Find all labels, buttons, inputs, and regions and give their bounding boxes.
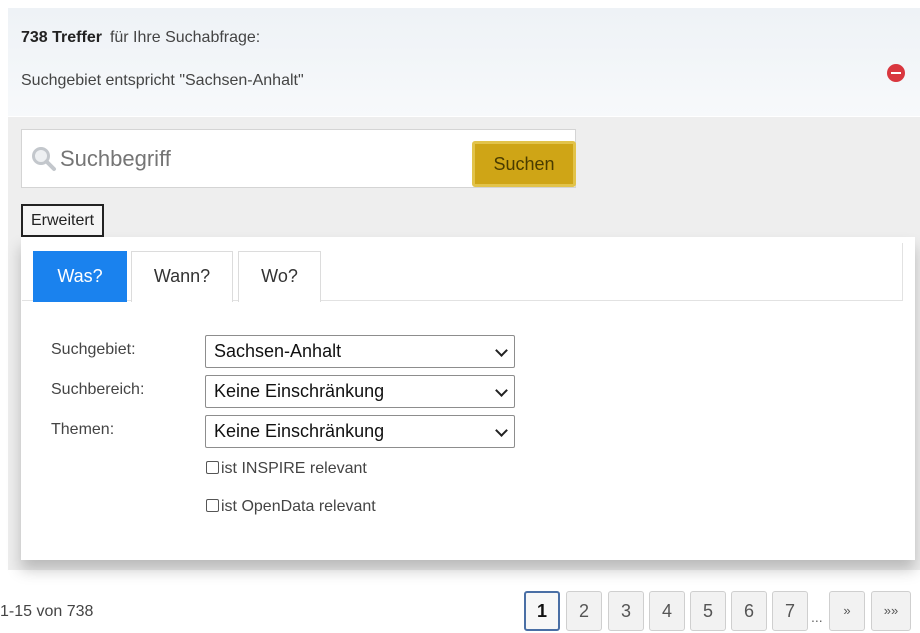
- topics-value: Keine Einschränkung: [214, 421, 385, 441]
- tab-wann[interactable]: Wann?: [131, 251, 233, 302]
- page-6-button[interactable]: 6: [731, 591, 767, 631]
- search-area-value: Sachsen-Anhalt: [214, 341, 342, 361]
- search-scope-value: Keine Einschränkung: [214, 381, 385, 401]
- search-area-select[interactable]: Sachsen-Anhalt: [205, 335, 515, 368]
- chevron-down-icon: [495, 384, 508, 397]
- tab-wo[interactable]: Wo?: [238, 251, 321, 302]
- search-panel: Suchen Erweitert Was? Wann? Wo? Suchgebi…: [8, 117, 920, 570]
- inspire-checkbox-label: ist INSPIRE relevant: [221, 460, 367, 477]
- search-scope-select[interactable]: Keine Einschränkung: [205, 375, 515, 408]
- page-1-button[interactable]: 1: [524, 591, 560, 631]
- topics-label: Themen:: [51, 421, 115, 438]
- pagination-ellipsis: ...: [811, 609, 823, 625]
- hits-line: 738 Treffer für Ihre Suchabfrage:: [21, 29, 260, 47]
- page-4-button[interactable]: 4: [649, 591, 685, 631]
- advanced-search-panel: Was? Wann? Wo? Suchgebiet: Sachsen-Anhal…: [21, 237, 915, 560]
- next-page-button[interactable]: »: [829, 591, 865, 631]
- page-7-button[interactable]: 7: [772, 591, 808, 631]
- hits-suffix: für Ihre Suchabfrage:: [109, 29, 261, 46]
- chevron-down-icon: [495, 344, 508, 357]
- search-icon: [32, 147, 56, 171]
- search-input[interactable]: [60, 142, 460, 176]
- page-5-button[interactable]: 5: [690, 591, 726, 631]
- area-filter-text: Suchgebiet entspricht "Sachsen-Anhalt": [21, 72, 304, 89]
- opendata-checkbox-row: ist OpenData relevant: [206, 498, 376, 516]
- hits-count: 738 Treffer: [21, 29, 102, 46]
- last-page-button[interactable]: »»: [871, 591, 911, 631]
- result-header: 738 Treffer für Ihre Suchabfrage: Suchgeb…: [8, 8, 920, 116]
- search-area-label: Suchgebiet:: [51, 341, 136, 358]
- page-3-button[interactable]: 3: [608, 591, 644, 631]
- chevron-down-icon: [495, 424, 508, 437]
- advanced-search-toggle[interactable]: Erweitert: [21, 204, 105, 237]
- search-scope-label: Suchbereich:: [51, 381, 145, 398]
- inspire-checkbox[interactable]: [206, 461, 219, 474]
- opendata-checkbox[interactable]: [206, 499, 219, 512]
- search-box: Suchen: [21, 129, 576, 188]
- result-range: 1-15 von 738: [0, 603, 94, 620]
- opendata-checkbox-label: ist OpenData relevant: [221, 498, 376, 515]
- inspire-checkbox-row: ist INSPIRE relevant: [206, 460, 367, 478]
- page-2-button[interactable]: 2: [566, 591, 602, 631]
- tab-was[interactable]: Was?: [33, 251, 127, 302]
- remove-circle-icon[interactable]: [887, 64, 905, 82]
- topics-select[interactable]: Keine Einschränkung: [205, 415, 515, 448]
- search-button[interactable]: Suchen: [472, 141, 576, 187]
